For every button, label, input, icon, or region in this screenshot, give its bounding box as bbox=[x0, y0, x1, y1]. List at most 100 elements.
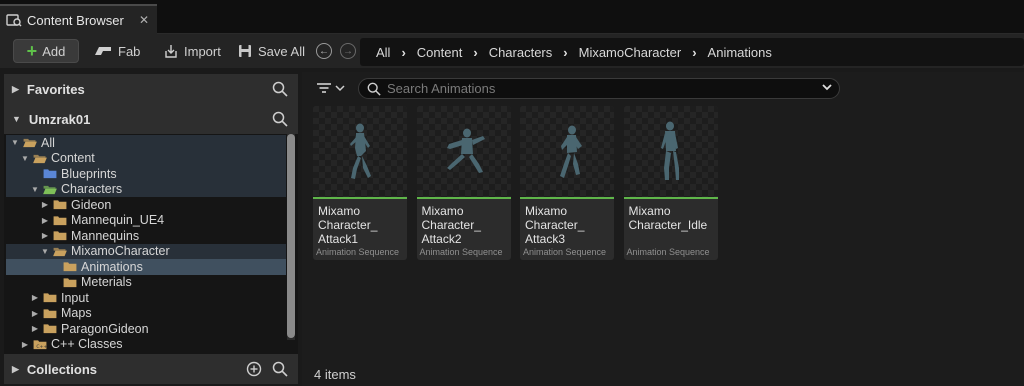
tree-scrollbar[interactable] bbox=[287, 134, 295, 340]
asset-type: Animation Sequence bbox=[419, 247, 503, 257]
asset-tile[interactable]: Mixamo Character_ Attack2 Animation Seque… bbox=[416, 106, 511, 260]
asset-tile[interactable]: Mixamo Character_Idle Animation Sequence bbox=[623, 106, 718, 260]
tree-item-label: MixamoCharacter bbox=[71, 244, 170, 259]
caret-right-icon[interactable]: ▶ bbox=[30, 324, 40, 333]
folder-icon bbox=[63, 262, 77, 272]
asset-type-bar bbox=[623, 197, 718, 199]
folder-icon bbox=[53, 231, 67, 241]
tree-item[interactable]: ▼ Content bbox=[6, 150, 286, 166]
add-label: Add bbox=[42, 43, 66, 59]
breadcrumb-item-characters[interactable]: Characters bbox=[489, 45, 553, 60]
caret-down-icon[interactable]: ▼ bbox=[30, 185, 40, 194]
save-all-button[interactable]: Save All bbox=[236, 39, 305, 63]
breadcrumb-item-content[interactable]: Content bbox=[417, 45, 463, 60]
filter-button[interactable] bbox=[316, 79, 348, 97]
search-icon[interactable] bbox=[272, 111, 288, 127]
collections-header[interactable]: ▶ Collections bbox=[4, 354, 298, 384]
tab-title: Content Browser bbox=[27, 12, 124, 28]
caret-right-icon[interactable]: ▶ bbox=[20, 340, 30, 349]
animation-thumbnail bbox=[623, 106, 718, 197]
toolbar: + Add Fab Import Save All ← → All › Conte… bbox=[0, 34, 1024, 68]
breadcrumb-item-animations[interactable]: Animations bbox=[708, 45, 772, 60]
asset-name: Mixamo Character_ Attack2 bbox=[421, 204, 481, 246]
content-browser-icon bbox=[6, 13, 22, 27]
search-icon[interactable] bbox=[272, 361, 288, 377]
caret-right-icon[interactable]: ▶ bbox=[30, 309, 40, 318]
chevron-down-icon[interactable] bbox=[821, 81, 833, 96]
favorites-header[interactable]: ▶ Favorites bbox=[4, 74, 298, 104]
import-label: Import bbox=[184, 43, 221, 59]
caret-right-icon[interactable]: ▶ bbox=[40, 231, 50, 240]
tree-item[interactable]: ▶ Mannequins bbox=[6, 228, 286, 244]
close-icon[interactable]: ✕ bbox=[139, 13, 149, 27]
tree-item-label: Blueprints bbox=[61, 166, 117, 181]
tree-item-label: Gideon bbox=[71, 197, 112, 212]
project-label: Umzrak01 bbox=[28, 111, 91, 127]
asset-tile[interactable]: Mixamo Character_ Attack3 Animation Seque… bbox=[520, 106, 614, 260]
caret-down-icon: ▼ bbox=[12, 114, 21, 124]
scrollbar-thumb[interactable] bbox=[287, 134, 295, 338]
add-button[interactable]: + Add bbox=[13, 39, 79, 63]
folder-icon bbox=[43, 324, 57, 334]
tree-item[interactable]: Blueprints bbox=[6, 166, 286, 182]
sources-panel: ▶ Favorites ▼ Umzrak01 ▼ All ▼ Content Bluep… bbox=[4, 72, 298, 386]
caret-right-icon[interactable]: ▶ bbox=[30, 293, 40, 302]
tree-item[interactable]: ▶ ParagonGideon bbox=[6, 321, 286, 337]
tree-item[interactable]: ▼ Characters bbox=[6, 181, 286, 197]
caret-down-icon[interactable]: ▼ bbox=[40, 247, 50, 256]
tree-item-label: Mannequin_UE4 bbox=[71, 213, 165, 228]
search-bar bbox=[358, 78, 840, 99]
import-icon bbox=[162, 43, 180, 59]
project-header[interactable]: ▼ Umzrak01 bbox=[4, 104, 298, 134]
asset-name: Mixamo Character_ Attack3 bbox=[525, 204, 585, 246]
asset-type-bar bbox=[313, 197, 407, 199]
tree-item[interactable]: Animations bbox=[6, 259, 286, 275]
folder-icon bbox=[53, 247, 67, 256]
back-arrow-icon[interactable]: ← bbox=[316, 43, 332, 59]
breadcrumb-item-mixamocharacter[interactable]: MixamoCharacter bbox=[579, 45, 682, 60]
folder-tree: ▼ All ▼ Content Blueprints ▼ Characters ▶ Gideon… bbox=[4, 134, 298, 356]
import-button[interactable]: Import bbox=[162, 39, 221, 63]
tree-item[interactable]: ▶ C++ C++ Classes bbox=[6, 337, 286, 353]
chevron-right-icon[interactable]: › bbox=[563, 45, 567, 60]
tree-item[interactable]: ▶ Input bbox=[6, 290, 286, 306]
folder-icon bbox=[43, 185, 57, 194]
tree-item-label: All bbox=[41, 135, 55, 150]
caret-right-icon[interactable]: ▶ bbox=[40, 216, 50, 225]
search-input[interactable] bbox=[387, 81, 807, 96]
asset-tile[interactable]: Mixamo Character_ Attack1 Animation Seque… bbox=[313, 106, 407, 260]
chevron-right-icon[interactable]: › bbox=[401, 45, 405, 60]
tree-item-label: Meterials bbox=[81, 275, 132, 290]
collections-label: Collections bbox=[26, 361, 97, 377]
tree-item[interactable]: Meterials bbox=[6, 275, 286, 291]
chevron-right-icon[interactable]: › bbox=[473, 45, 477, 60]
tree-item[interactable]: ▶ Mannequin_UE4 bbox=[6, 213, 286, 229]
tab-strip: Content Browser ✕ bbox=[0, 0, 1024, 34]
favorites-label: Favorites bbox=[26, 81, 85, 97]
tree-item[interactable]: ▼ All bbox=[6, 135, 286, 151]
fab-icon bbox=[92, 43, 114, 59]
tree-item[interactable]: ▶ Gideon bbox=[6, 197, 286, 213]
tree-item[interactable]: ▶ Maps bbox=[6, 306, 286, 322]
character-pose-icon bbox=[350, 123, 371, 179]
folder-icon bbox=[23, 139, 37, 148]
caret-down-icon[interactable]: ▼ bbox=[20, 154, 30, 163]
asset-name: Mixamo Character_Idle bbox=[628, 204, 708, 232]
tree-item[interactable]: ▼ MixamoCharacter bbox=[6, 243, 286, 259]
tab-content-browser[interactable]: Content Browser ✕ bbox=[0, 4, 157, 34]
character-pose-icon bbox=[560, 125, 582, 178]
chevron-right-icon[interactable]: › bbox=[692, 45, 696, 60]
caret-right-icon: ▶ bbox=[12, 363, 19, 374]
search-icon[interactable] bbox=[272, 81, 288, 97]
fab-button[interactable]: Fab bbox=[92, 39, 140, 63]
svg-text:C++: C++ bbox=[36, 344, 47, 350]
caret-right-icon[interactable]: ▶ bbox=[40, 200, 50, 209]
forward-arrow-icon[interactable]: → bbox=[340, 43, 356, 59]
add-circle-icon[interactable] bbox=[246, 361, 262, 377]
tree-item-label: ParagonGideon bbox=[61, 321, 149, 336]
folder-icon bbox=[43, 293, 57, 303]
caret-down-icon[interactable]: ▼ bbox=[10, 138, 20, 147]
tree-item-label: Maps bbox=[61, 306, 92, 321]
breadcrumb-item-all[interactable]: All bbox=[376, 45, 390, 60]
save-icon bbox=[236, 43, 254, 59]
